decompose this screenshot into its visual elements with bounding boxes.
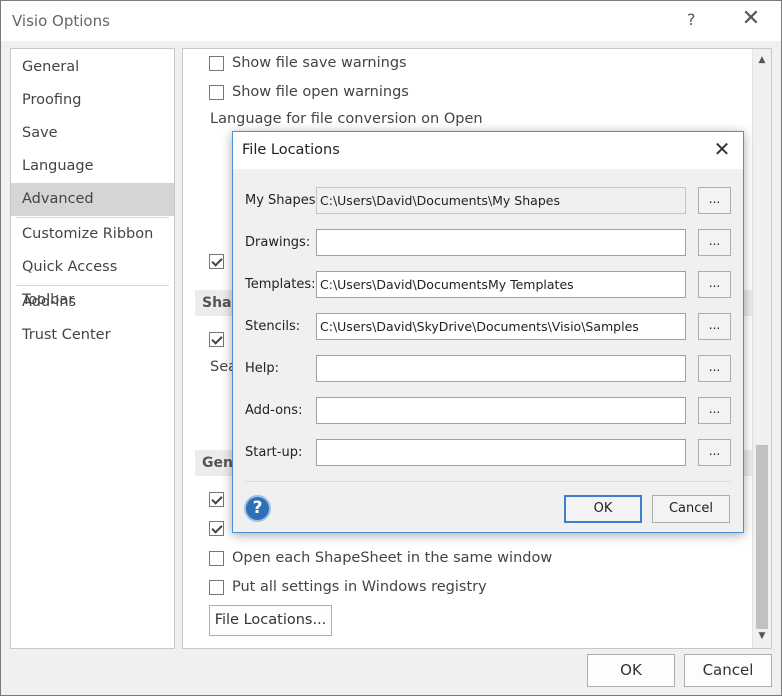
option-label: Show file open warnings bbox=[232, 84, 409, 100]
templates-browse-button[interactable]: ... bbox=[698, 271, 731, 298]
my-shapes-label: My Shapes: bbox=[245, 193, 320, 208]
option-label: Show file save warnings bbox=[232, 55, 407, 71]
start-up-browse-button[interactable]: ... bbox=[698, 439, 731, 466]
checkbox-checked[interactable] bbox=[209, 520, 224, 536]
drawings-label: Drawings: bbox=[245, 235, 311, 250]
dialog-title: File Locations bbox=[242, 142, 340, 158]
nav-item-trust-center[interactable]: Trust Center bbox=[11, 319, 174, 352]
language-conversion-label: Language for file conversion on Open bbox=[210, 111, 483, 127]
option-shape-search-partial[interactable] bbox=[209, 329, 232, 349]
nav-item-general[interactable]: General bbox=[11, 51, 174, 84]
options-nav: General Proofing Save Language Advanced … bbox=[10, 48, 175, 649]
stencils-browse-button[interactable]: ... bbox=[698, 313, 731, 340]
file-locations-dialog: File Locations ✕ My Shapes: C:\Users\Dav… bbox=[232, 131, 744, 533]
checkbox-checked[interactable] bbox=[209, 253, 224, 269]
add-ons-label: Add-ons: bbox=[245, 403, 303, 418]
dialog-title-bar: File Locations ✕ bbox=[233, 132, 743, 169]
option-shapesheet-same-window[interactable]: Open each ShapeSheet in the same window bbox=[209, 548, 552, 568]
scroll-up-icon[interactable]: ▲ bbox=[755, 53, 769, 67]
nav-item-language[interactable]: Language bbox=[11, 150, 174, 183]
scroll-down-icon[interactable]: ▼ bbox=[755, 629, 769, 643]
scroll-thumb[interactable] bbox=[756, 445, 768, 629]
option-show-save-warnings[interactable]: Show file save warnings bbox=[209, 53, 407, 73]
cancel-button[interactable]: Cancel bbox=[684, 654, 772, 687]
help-icon[interactable]: ? bbox=[244, 495, 271, 522]
stencils-label: Stencils: bbox=[245, 319, 301, 334]
stencils-field[interactable]: C:\Users\David\SkyDrive\Documents\Visio\… bbox=[316, 313, 686, 340]
checkbox[interactable] bbox=[209, 55, 224, 71]
nav-item-customize-ribbon[interactable]: Customize Ribbon bbox=[11, 218, 174, 251]
templates-label: Templates: bbox=[245, 277, 316, 292]
checkbox[interactable] bbox=[209, 84, 224, 100]
content-scrollbar[interactable]: ▲ ▼ bbox=[752, 49, 771, 648]
drawings-browse-button[interactable]: ... bbox=[698, 229, 731, 256]
add-ons-field[interactable] bbox=[316, 397, 686, 424]
add-ons-browse-button[interactable]: ... bbox=[698, 397, 731, 424]
visio-options-window: Visio Options ? ✕ General Proofing Save … bbox=[0, 0, 782, 696]
checkbox[interactable] bbox=[209, 550, 224, 566]
dialog-divider bbox=[245, 481, 731, 482]
option-settings-registry[interactable]: Put all settings in Windows registry bbox=[209, 577, 487, 597]
option-general-partial-2[interactable] bbox=[209, 518, 232, 538]
checkbox-checked[interactable] bbox=[209, 491, 224, 507]
templates-field[interactable]: C:\Users\David\DocumentsMy Templates bbox=[316, 271, 686, 298]
help-label: Help: bbox=[245, 361, 280, 376]
close-icon[interactable]: ✕ bbox=[739, 7, 763, 31]
help-field[interactable] bbox=[316, 355, 686, 382]
dialog-cancel-button[interactable]: Cancel bbox=[652, 495, 730, 523]
drawings-field[interactable] bbox=[316, 229, 686, 256]
nav-item-quick-access-toolbar[interactable]: Quick Access Toolbar bbox=[11, 251, 174, 308]
my-shapes-browse-button[interactable]: ... bbox=[698, 187, 731, 214]
option-show-open-warnings[interactable]: Show file open warnings bbox=[209, 82, 409, 102]
option-general-partial-1[interactable] bbox=[209, 489, 232, 509]
help-icon[interactable]: ? bbox=[687, 10, 696, 29]
option-checked-partial[interactable] bbox=[209, 251, 232, 271]
my-shapes-field[interactable]: C:\Users\David\Documents\My Shapes bbox=[316, 187, 686, 214]
nav-item-add-ins[interactable]: Add-ins bbox=[11, 286, 174, 319]
ok-button[interactable]: OK bbox=[587, 654, 675, 687]
title-bar: Visio Options ? ✕ bbox=[1, 1, 781, 41]
checkbox[interactable] bbox=[209, 579, 224, 595]
nav-item-advanced[interactable]: Advanced bbox=[11, 183, 174, 216]
option-label: Put all settings in Windows registry bbox=[232, 579, 487, 595]
dialog-close-icon[interactable]: ✕ bbox=[711, 138, 733, 160]
file-locations-button[interactable]: File Locations... bbox=[209, 605, 332, 636]
start-up-label: Start-up: bbox=[245, 445, 303, 460]
nav-item-save[interactable]: Save bbox=[11, 117, 174, 150]
option-label: Open each ShapeSheet in the same window bbox=[232, 550, 553, 566]
nav-item-proofing[interactable]: Proofing bbox=[11, 84, 174, 117]
dialog-ok-button[interactable]: OK bbox=[564, 495, 642, 523]
window-title: Visio Options bbox=[12, 12, 110, 30]
checkbox-checked[interactable] bbox=[209, 331, 224, 347]
start-up-field[interactable] bbox=[316, 439, 686, 466]
help-browse-button[interactable]: ... bbox=[698, 355, 731, 382]
